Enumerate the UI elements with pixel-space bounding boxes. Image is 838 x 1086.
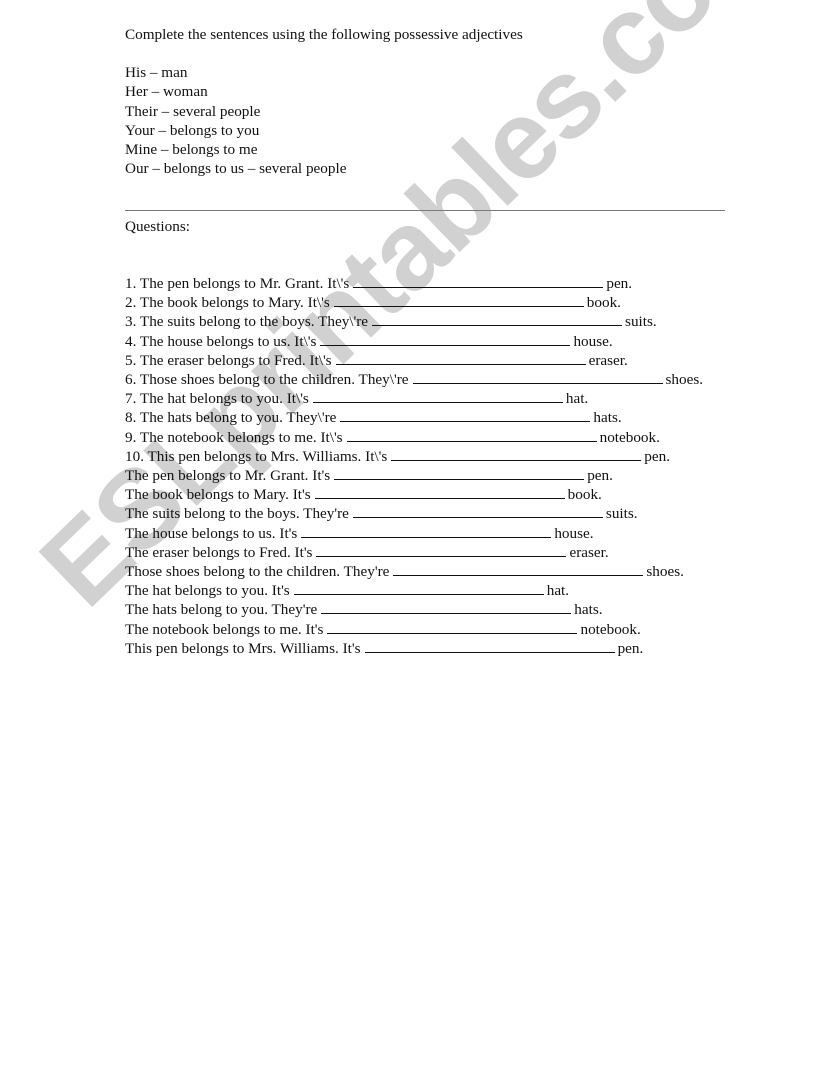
question-item: The house belongs to us. It's house. xyxy=(125,524,735,543)
question-noun: book. xyxy=(567,486,602,504)
answer-blank[interactable] xyxy=(320,333,571,346)
question-text: 2. The book belongs to Mary. It\'s xyxy=(125,294,330,312)
question-text: The eraser belongs to Fred. It's xyxy=(125,543,313,561)
section-divider xyxy=(125,210,725,211)
question-noun: notebook. xyxy=(599,428,660,446)
question-text: 10. This pen belongs to Mrs. Williams. I… xyxy=(125,447,388,465)
question-noun: house. xyxy=(573,332,613,350)
worksheet-title: Complete the sentences using the followi… xyxy=(125,26,523,43)
question-text: 7. The hat belongs to you. It\'s xyxy=(125,390,309,408)
question-noun: hats. xyxy=(574,601,603,619)
answer-blank[interactable] xyxy=(333,294,584,308)
question-item: 4. The house belongs to us. It\'s house. xyxy=(125,332,735,351)
legend-item: His – man xyxy=(125,64,188,82)
question-item: The book belongs to Mary. It's book. xyxy=(125,485,735,504)
answer-blank[interactable] xyxy=(335,352,586,365)
answer-blank[interactable] xyxy=(391,448,642,461)
question-item: 1. The pen belongs to Mr. Grant. It\'s pe… xyxy=(125,274,735,293)
questions-heading: Questions: xyxy=(125,218,190,235)
question-text: 8. The hats belong to you. They\'re xyxy=(125,409,337,427)
question-item: The suits belong to the boys. They're sui… xyxy=(125,504,735,523)
question-text: 6. Those shoes belong to the children. T… xyxy=(125,371,409,389)
question-item: 9. The notebook belongs to me. It\'s note… xyxy=(125,428,735,447)
question-text: This pen belongs to Mrs. Williams. It's xyxy=(125,639,361,657)
answer-blank[interactable] xyxy=(364,640,615,653)
question-noun: house. xyxy=(554,524,594,542)
answer-blank[interactable] xyxy=(353,275,604,288)
question-text: The book belongs to Mary. It's xyxy=(125,486,311,504)
question-noun: eraser. xyxy=(588,351,628,369)
answer-blank[interactable] xyxy=(372,313,623,327)
question-noun: suits. xyxy=(625,313,657,331)
question-text: 4. The house belongs to us. It\'s xyxy=(125,332,317,350)
question-item: 3. The suits belong to the boys. They\'r… xyxy=(125,312,735,331)
question-noun: pen. xyxy=(606,275,633,292)
question-item: Those shoes belong to the children. They… xyxy=(125,562,735,581)
answer-blank[interactable] xyxy=(312,390,563,404)
question-noun: eraser. xyxy=(569,543,609,561)
legend-item: Her – woman xyxy=(125,83,208,101)
question-noun: pen. xyxy=(617,639,644,657)
question-item: 2. The book belongs to Mary. It\'s book. xyxy=(125,293,735,312)
answer-blank[interactable] xyxy=(321,601,572,615)
answer-blank[interactable] xyxy=(393,563,644,577)
question-text: 9. The notebook belongs to me. It\'s xyxy=(125,428,343,446)
question-item: The hat belongs to you. It's hat. xyxy=(125,581,735,600)
question-text: 1. The pen belongs to Mr. Grant. It\'s xyxy=(125,275,350,292)
answer-blank[interactable] xyxy=(301,525,552,538)
question-item: 10. This pen belongs to Mrs. Williams. I… xyxy=(125,447,735,466)
answer-blank[interactable] xyxy=(314,486,565,500)
question-text: The pen belongs to Mr. Grant. It's xyxy=(125,467,331,485)
worksheet-page: ESLprintables.com Complete the sentences… xyxy=(0,0,838,1086)
question-item: This pen belongs to Mrs. Williams. It's p… xyxy=(125,639,735,658)
answer-blank[interactable] xyxy=(352,505,603,519)
legend-item: Our – belongs to us – several people xyxy=(125,160,347,178)
answer-blank[interactable] xyxy=(327,621,578,634)
legend-item: Their – several people xyxy=(125,102,261,120)
question-item: The pen belongs to Mr. Grant. It's pen. xyxy=(125,466,735,485)
answer-blank[interactable] xyxy=(334,467,585,481)
question-noun: pen. xyxy=(644,447,671,465)
question-noun: hat. xyxy=(565,390,589,408)
answer-blank[interactable] xyxy=(340,409,591,423)
question-text: 3. The suits belong to the boys. They\'r… xyxy=(125,313,369,331)
answer-blank[interactable] xyxy=(293,582,544,596)
question-noun: pen. xyxy=(587,467,613,485)
instructions-section: Complete the sentences using the followi… xyxy=(125,25,735,178)
question-noun: notebook. xyxy=(580,620,641,638)
answer-blank[interactable] xyxy=(346,429,597,442)
legend-item: Your – belongs to you xyxy=(125,121,260,139)
answer-blank[interactable] xyxy=(316,544,567,557)
question-item: The notebook belongs to me. It's notebook… xyxy=(125,620,735,639)
question-text: The hats belong to you. They're xyxy=(125,601,318,619)
question-item: The hats belong to you. They're hats. xyxy=(125,600,735,619)
question-text: 5. The eraser belongs to Fred. It\'s xyxy=(125,351,332,369)
question-item: 6. Those shoes belong to the children. T… xyxy=(125,370,735,389)
question-item: The eraser belongs to Fred. It's eraser. xyxy=(125,543,735,562)
question-text: The notebook belongs to me. It's xyxy=(125,620,324,638)
legend-item: Mine – belongs to me xyxy=(125,141,258,159)
question-item: 7. The hat belongs to you. It\'s hat. xyxy=(125,389,735,408)
question-noun: hats. xyxy=(593,409,622,427)
question-noun: shoes. xyxy=(665,371,704,389)
question-noun: hat. xyxy=(546,582,570,600)
question-item: 5. The eraser belongs to Fred. It\'s eras… xyxy=(125,351,735,370)
possessive-legend: His – man Her – woman Their – several pe… xyxy=(125,63,735,178)
question-list: 1. The pen belongs to Mr. Grant. It\'s pe… xyxy=(125,274,735,658)
question-text: Those shoes belong to the children. They… xyxy=(125,563,390,581)
question-text: The house belongs to us. It's xyxy=(125,524,298,542)
question-noun: suits. xyxy=(605,505,638,523)
answer-blank[interactable] xyxy=(412,371,663,385)
question-text: The suits belong to the boys. They're xyxy=(125,505,349,523)
question-text: The hat belongs to you. It's xyxy=(125,582,290,600)
question-noun: book. xyxy=(586,294,621,312)
question-noun: shoes. xyxy=(646,563,684,581)
question-item: 8. The hats belong to you. They\'re hats. xyxy=(125,408,735,427)
